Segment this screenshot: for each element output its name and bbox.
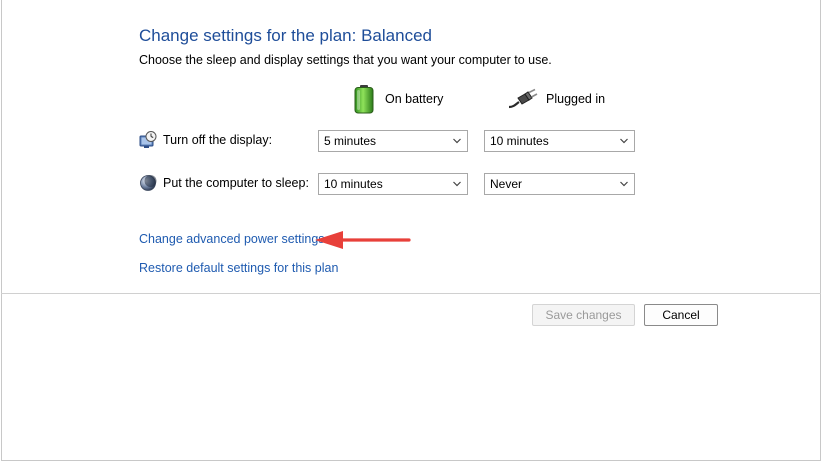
select-value: Never (490, 177, 523, 191)
monitor-clock-icon (139, 131, 157, 149)
select-value: 10 minutes (490, 134, 549, 148)
column-header-on-battery: On battery (351, 84, 443, 114)
select-value: 10 minutes (324, 177, 383, 191)
battery-icon (351, 84, 377, 114)
setting-label-sleep: Put the computer to sleep: (163, 176, 309, 190)
display-off-plugged-in-select[interactable]: 10 minutes (484, 130, 635, 152)
chevron-down-icon (453, 138, 461, 144)
column-label-on-battery: On battery (385, 92, 444, 106)
setting-label-display: Turn off the display: (163, 133, 273, 147)
page-subtitle: Choose the sleep and display settings th… (139, 53, 552, 67)
chevron-down-icon (453, 181, 461, 187)
change-advanced-power-settings-link[interactable]: Change advanced power settings (139, 232, 325, 246)
page-title: Change settings for the plan: Balanced (139, 26, 432, 45)
window-frame (1, 0, 821, 461)
cancel-button[interactable]: Cancel (644, 304, 718, 326)
power-plug-icon (508, 87, 538, 111)
sleep-on-battery-select[interactable]: 10 minutes (318, 173, 468, 195)
setting-row-display: Turn off the display: (139, 129, 272, 151)
annotation-arrow (315, 231, 411, 249)
setting-row-sleep: Put the computer to sleep: (139, 172, 309, 194)
restore-default-settings-link[interactable]: Restore default settings for this plan (139, 261, 338, 275)
display-off-on-battery-select[interactable]: 5 minutes (318, 130, 468, 152)
chevron-down-icon (620, 138, 628, 144)
save-changes-button[interactable]: Save changes (532, 304, 635, 326)
column-label-plugged-in: Plugged in (546, 92, 606, 106)
moon-sleep-icon (139, 174, 157, 192)
divider (1, 293, 821, 294)
select-value: 5 minutes (324, 134, 377, 148)
sleep-plugged-in-select[interactable]: Never (484, 173, 635, 195)
column-header-plugged-in: Plugged in (508, 84, 605, 114)
chevron-down-icon (620, 181, 628, 187)
